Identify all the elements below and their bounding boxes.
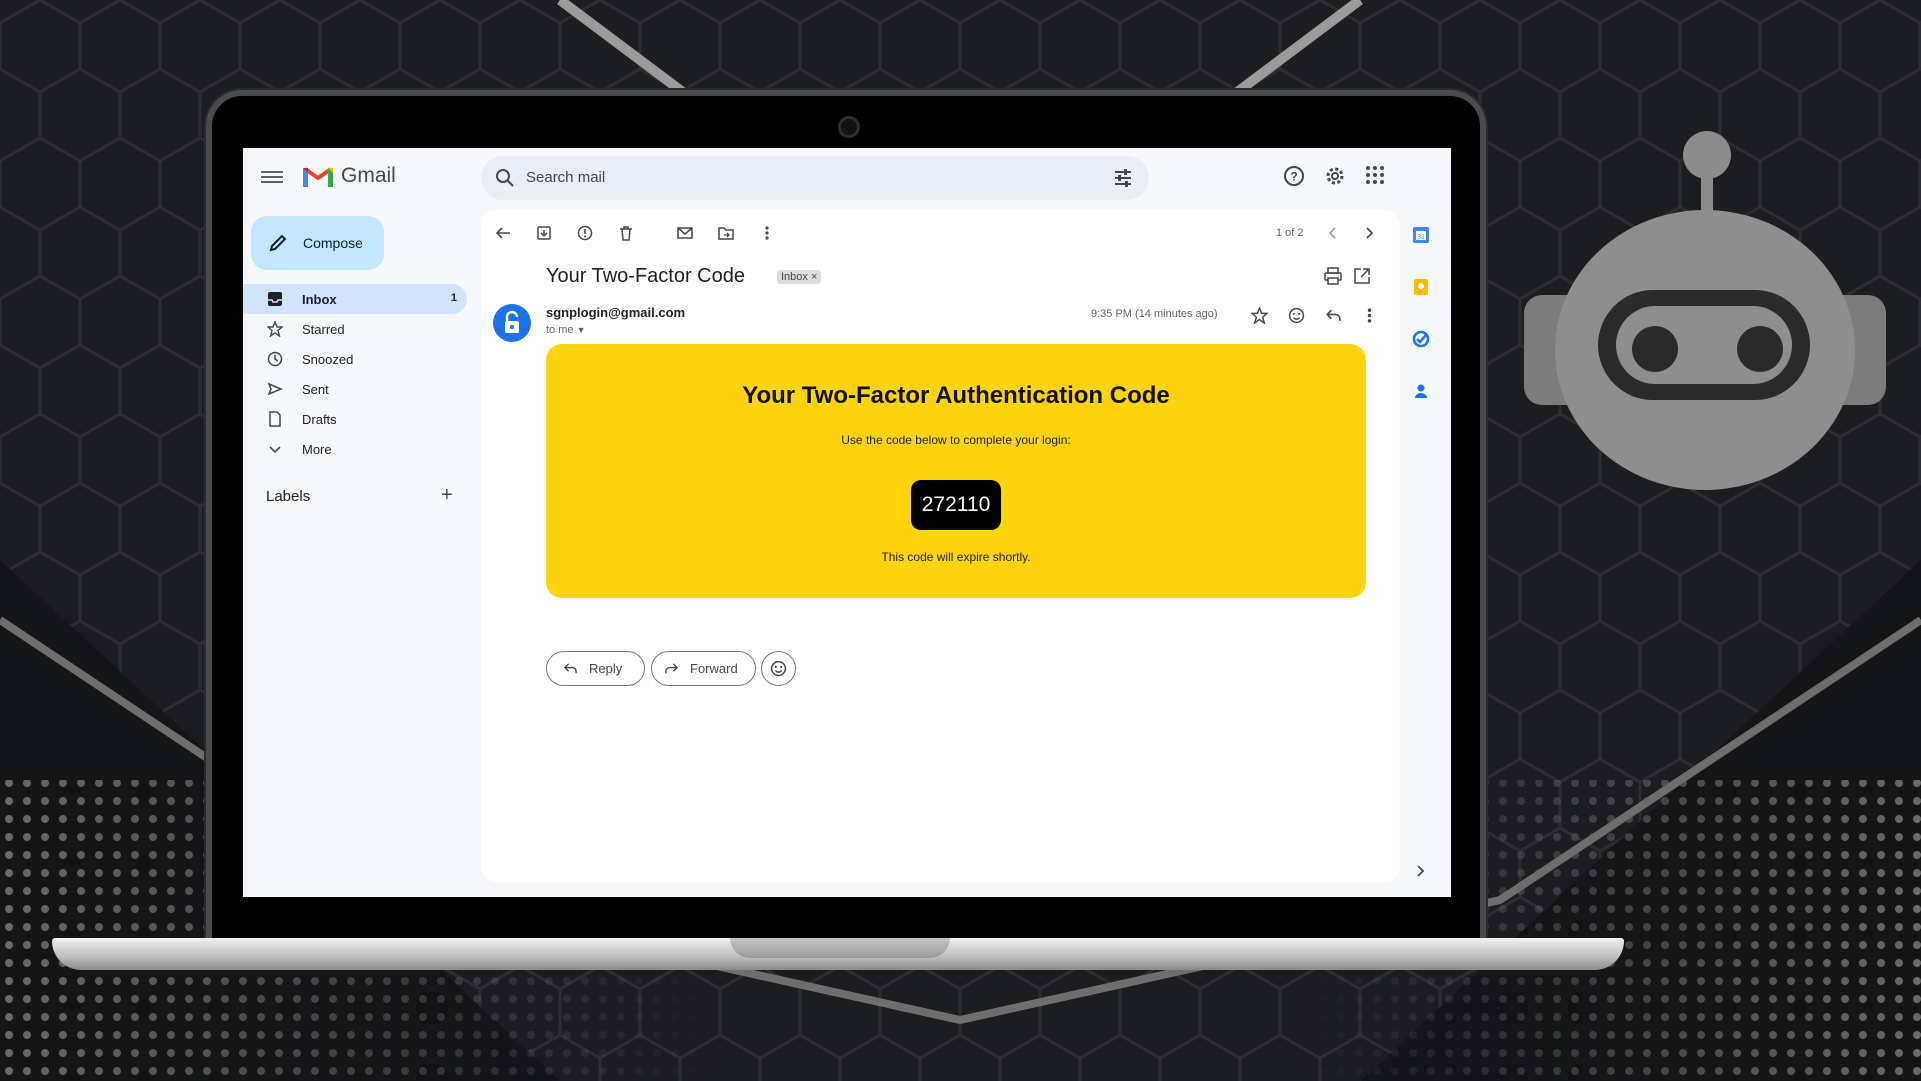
inbox-icon <box>268 292 282 306</box>
more-vert-icon[interactable] <box>1361 307 1378 324</box>
compose-label: Compose <box>303 235 363 251</box>
sidebar-item-label: Inbox <box>302 292 337 307</box>
search-icon[interactable] <box>495 168 515 188</box>
recipient-details-toggle[interactable]: to me ▼ <box>546 324 586 336</box>
sidebar-item-sent[interactable]: Sent <box>243 374 467 404</box>
unread-count: 1 <box>450 292 457 304</box>
sidebar-item-inbox[interactable]: Inbox 1 <box>243 284 467 314</box>
reply-icon[interactable] <box>1325 307 1342 324</box>
archive-icon[interactable] <box>536 225 552 241</box>
chevron-left-icon[interactable] <box>1325 225 1341 241</box>
clock-icon <box>267 351 283 367</box>
gmail-logo-icon <box>303 167 333 187</box>
forward-icon <box>665 663 679 674</box>
webcam <box>838 116 860 138</box>
apps-grid-icon[interactable] <box>1365 165 1385 185</box>
svg-text:31: 31 <box>1417 234 1425 241</box>
email-subject: Your Two-Factor Code <box>546 265 745 287</box>
sidebar-item-label: Snoozed <box>302 352 354 367</box>
lock-icon <box>505 310 519 333</box>
move-to-folder-icon[interactable] <box>718 225 734 241</box>
sender-email[interactable]: sgnplogin@gmail.com <box>546 305 685 320</box>
labels-heading: Labels <box>266 488 311 505</box>
search-input[interactable]: Search mail <box>526 169 605 186</box>
calendar-icon[interactable]: 31 <box>1412 226 1430 244</box>
draft-icon <box>269 411 281 427</box>
chevron-right-icon[interactable] <box>1361 225 1377 241</box>
sidebar-item-more[interactable]: More <box>243 434 467 464</box>
help-icon[interactable]: ? <box>1283 165 1305 187</box>
sidebar-item-label: Starred <box>302 322 345 337</box>
star-icon[interactable] <box>1251 307 1268 324</box>
compose-button[interactable]: Compose <box>251 216 384 270</box>
delete-trash-icon[interactable] <box>618 225 634 241</box>
print-icon[interactable] <box>1324 267 1342 285</box>
expand-side-panel-icon[interactable] <box>1412 863 1428 879</box>
search-bar[interactable]: Search mail <box>481 156 1149 200</box>
sidebar-nav: Inbox 1 Starred Snoozed Sent Drafts More <box>243 284 468 464</box>
open-new-window-icon[interactable] <box>1353 267 1371 285</box>
forward-label: Forward <box>690 661 738 676</box>
contacts-icon[interactable] <box>1412 382 1430 400</box>
emoji-reaction-icon[interactable] <box>1288 307 1305 324</box>
pagination-text: 1 of 2 <box>1276 227 1304 239</box>
message-pane: 1 of 2 Your Two-Factor Code Inbox × sgnp… <box>481 210 1400 882</box>
email-body-card: Your Two-Factor Authentication Code Use … <box>546 344 1366 598</box>
tasks-icon[interactable] <box>1412 330 1430 348</box>
laptop-notch <box>730 938 950 958</box>
reply-icon <box>563 663 577 674</box>
back-arrow-icon[interactable] <box>495 225 511 241</box>
pencil-icon <box>269 234 287 252</box>
settings-gear-icon[interactable] <box>1324 165 1346 187</box>
expiry-note: This code will expire shortly. <box>881 550 1031 564</box>
caret-down-icon: ▼ <box>576 325 586 335</box>
emoji-react-button[interactable] <box>761 651 796 686</box>
forward-button[interactable]: Forward <box>651 651 756 686</box>
report-spam-icon[interactable] <box>577 225 593 241</box>
email-timestamp: 9:35 PM (14 minutes ago) <box>1091 308 1218 320</box>
add-label-button[interactable]: + <box>441 484 453 507</box>
sender-avatar[interactable] <box>493 304 531 342</box>
emoji-icon <box>770 660 787 677</box>
sidebar-item-label: Sent <box>302 382 329 397</box>
main-menu-button[interactable] <box>261 168 283 186</box>
send-icon <box>267 382 283 396</box>
reply-button[interactable]: Reply <box>546 651 645 686</box>
star-icon <box>267 321 283 337</box>
body-heading: Your Two-Factor Authentication Code <box>742 382 1170 409</box>
sidebar-item-snoozed[interactable]: Snoozed <box>243 344 467 374</box>
svg-text:?: ? <box>1290 170 1297 184</box>
more-vert-icon[interactable] <box>759 225 775 241</box>
sidebar-item-label: Drafts <box>302 412 337 427</box>
mark-unread-mail-icon[interactable] <box>677 225 693 241</box>
gmail-window: Gmail Search mail ? Compose Inbox 1 Star… <box>243 148 1451 897</box>
reply-label: Reply <box>589 661 623 676</box>
app-name: Gmail <box>341 164 396 187</box>
recipient-label: to me <box>546 324 574 336</box>
sidebar-item-starred[interactable]: Starred <box>243 314 467 344</box>
keep-notes-icon[interactable] <box>1412 278 1430 296</box>
body-instruction: Use the code below to complete your logi… <box>841 433 1071 447</box>
chevron-down-icon <box>269 446 281 454</box>
sidebar-item-drafts[interactable]: Drafts <box>243 404 467 434</box>
sidebar-item-label: More <box>302 442 332 457</box>
robot-head-icon <box>1524 131 1886 490</box>
verification-code: 272110 <box>911 480 1001 530</box>
search-options-icon[interactable] <box>1113 168 1133 188</box>
inbox-label-chip[interactable]: Inbox × <box>777 270 822 284</box>
